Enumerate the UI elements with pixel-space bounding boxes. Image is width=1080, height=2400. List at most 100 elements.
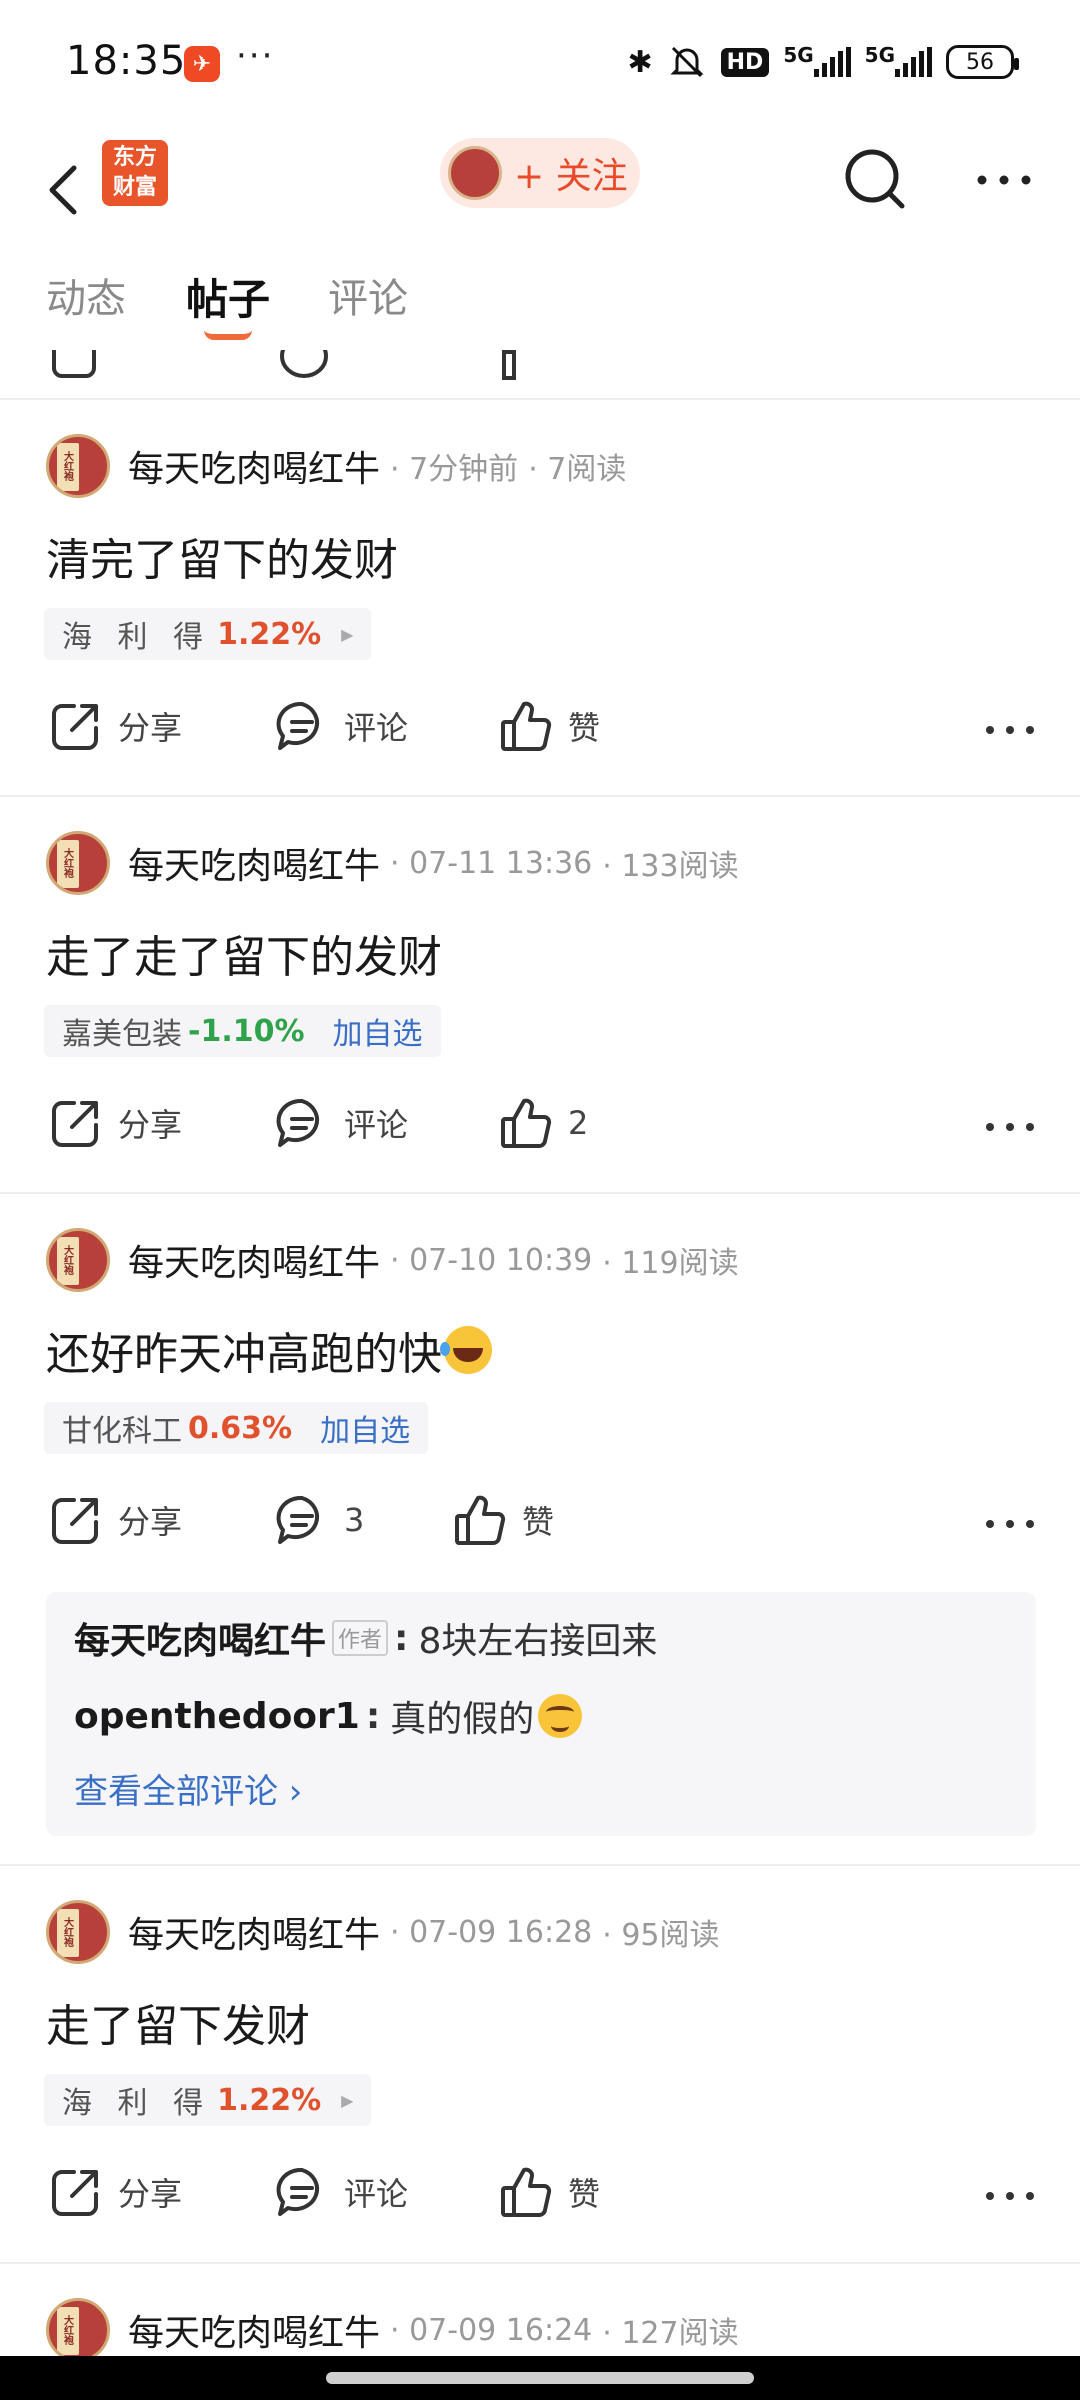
more-horizontal-icon	[986, 2192, 1034, 2200]
avatar	[448, 146, 502, 200]
logo-text-2: 财富	[112, 175, 157, 200]
view-all-comments-link[interactable]: 查看全部评论 ›	[74, 1764, 302, 1813]
active-tab-indicator	[204, 330, 252, 340]
post-author[interactable]: 每天吃肉喝红牛	[128, 1906, 380, 1958]
profile-tabs: 动态 帖子 评论	[0, 250, 1080, 350]
home-gesture-handle[interactable]	[326, 2372, 754, 2384]
status-bar: 18:35 ✈ ··· ✱ HD 5G 5G 56	[0, 0, 1080, 130]
share-label: 分享	[118, 1106, 183, 1144]
tab-comments[interactable]: 评论	[328, 266, 408, 324]
post-content[interactable]: 走了留下发财	[46, 1990, 310, 2054]
comment-label: 评论	[344, 709, 409, 747]
comment-item[interactable]: 每天吃肉喝红牛 作者 : 8块左右接回来	[74, 1612, 657, 1664]
stock-tag[interactable]: 海 利 得 1.22% ▶	[44, 608, 372, 660]
signal-bars-1-icon	[813, 47, 851, 77]
comment-item[interactable]: openthedoor1 : 真的假的	[74, 1690, 583, 1742]
add-watchlist-button[interactable]: 加自选	[320, 1406, 410, 1450]
share-button[interactable]: 分享	[48, 1095, 182, 1151]
post-author[interactable]: 每天吃肉喝红牛	[128, 837, 380, 889]
comment-icon	[276, 701, 320, 750]
comment-button[interactable]: 3	[274, 1492, 364, 1548]
post-content[interactable]: 走了走了留下的发财	[46, 921, 442, 985]
post-author[interactable]: 每天吃肉喝红牛	[128, 1234, 380, 1286]
hd-badge: HD	[720, 47, 770, 77]
thumbs-up-icon	[502, 350, 516, 380]
avatar[interactable]: 大红袍	[46, 2298, 110, 2356]
post-reads: · 127阅读	[602, 2316, 739, 2351]
share-label: 分享	[118, 1503, 183, 1541]
signal-2: 5G	[865, 43, 932, 77]
thumbs-up-icon	[501, 1098, 552, 1148]
share-icon	[52, 1101, 98, 1147]
follow-label: + 关注	[514, 156, 628, 197]
avatar[interactable]: 大红袍	[46, 1900, 110, 1964]
share-button[interactable]: 分享	[48, 1492, 182, 1548]
avatar[interactable]: 大红袍	[46, 1228, 110, 1292]
avatar-text: 大红袍	[61, 1245, 73, 1275]
like-label: 赞	[522, 1503, 555, 1541]
app-logo[interactable]: 东方 财富	[102, 140, 168, 206]
more-horizontal-icon	[977, 175, 1031, 185]
bluetooth-icon: ✱	[627, 44, 653, 80]
thumbs-up-icon	[501, 701, 552, 751]
stock-tag[interactable]: 嘉美包装 -1.10% 加自选	[44, 1005, 441, 1057]
comment-button[interactable]: 评论	[274, 698, 408, 754]
comment-preview-box[interactable]: 每天吃肉喝红牛 作者 : 8块左右接回来 openthedoor1 : 真的假的…	[46, 1592, 1036, 1836]
network-type-2: 5G	[864, 43, 895, 67]
comment-icon	[276, 1098, 320, 1147]
post-more-button[interactable]	[980, 1496, 1040, 1552]
like-button[interactable]: 2	[498, 1095, 588, 1151]
avatar[interactable]: 大红袍	[46, 831, 110, 895]
post-card[interactable]: 大红袍 每天吃肉喝红牛 · 07-11 13:36 · 133阅读 走了走了留下…	[0, 797, 1080, 1193]
share-button[interactable]: 分享	[48, 698, 182, 754]
comment-colon: :	[365, 1695, 381, 1737]
avatar[interactable]: 大红袍	[46, 434, 110, 498]
comment-label: 评论	[344, 1106, 409, 1144]
comment-count: 3	[344, 1501, 365, 1539]
post-card[interactable]: 大红袍 每天吃肉喝红牛 · 07-09 16:24 · 127阅读	[0, 2264, 1080, 2356]
share-icon	[52, 704, 98, 750]
stock-tag[interactable]: 甘化科工 0.63% 加自选	[44, 1402, 429, 1454]
like-button[interactable]: 赞	[498, 2164, 600, 2220]
like-label: 赞	[568, 709, 601, 747]
post-more-button[interactable]	[980, 2168, 1040, 2224]
post-author[interactable]: 每天吃肉喝红牛	[128, 440, 380, 492]
add-watchlist-button[interactable]: 加自选	[333, 1009, 423, 1053]
like-label: 赞	[568, 2175, 601, 2213]
post-card[interactable]: 大红袍 每天吃肉喝红牛 · 07-10 10:39 · 119阅读 还好昨天冲高…	[0, 1194, 1080, 1864]
author-badge: 作者	[332, 1620, 389, 1656]
post-card[interactable]: 大红袍 每天吃肉喝红牛 · 07-09 16:28 · 95阅读 走了留下发财 …	[0, 1866, 1080, 2262]
back-button[interactable]	[40, 150, 100, 230]
blushing-emoji-icon	[538, 1694, 583, 1738]
like-button[interactable]: 赞	[498, 698, 600, 754]
tab-dongtai[interactable]: 动态	[46, 266, 126, 324]
battery-icon: 56	[946, 45, 1019, 79]
post-more-button[interactable]	[980, 1099, 1040, 1155]
post-actions: 分享 3 赞	[0, 1492, 1080, 1556]
comment-button[interactable]: 评论	[274, 2164, 408, 2220]
post-content[interactable]: 还好昨天冲高跑的快	[46, 1318, 492, 1382]
avatar-text: 大红袍	[61, 2315, 73, 2345]
stock-tag[interactable]: 海 利 得 1.22% ▶	[44, 2074, 372, 2126]
post-author[interactable]: 每天吃肉喝红牛	[128, 2304, 380, 2356]
comment-author[interactable]: 每天吃肉喝红牛	[74, 1612, 326, 1664]
post-meta: 大红袍 每天吃肉喝红牛 · 07-09 16:28 · 95阅读	[46, 1900, 720, 1964]
signal-1: 5G	[783, 43, 851, 77]
comment-text: 8块左右接回来	[418, 1621, 658, 1662]
status-indicators: ✱ HD 5G 5G 56	[627, 42, 1019, 82]
more-options-button[interactable]	[970, 144, 1040, 214]
post-reads: · 7阅读	[528, 452, 627, 487]
search-button[interactable]	[840, 144, 910, 214]
post-more-button[interactable]	[980, 702, 1040, 758]
follow-button[interactable]: + 关注	[440, 138, 640, 208]
share-button[interactable]: 分享	[48, 2164, 182, 2220]
post-card[interactable]: 大红袍 每天吃肉喝红牛 · 7分钟前 · 7阅读 清完了留下的发财 海 利 得 …	[0, 400, 1080, 796]
like-button[interactable]: 赞	[452, 1492, 554, 1548]
comment-button[interactable]: 评论	[274, 1095, 408, 1151]
tab-posts[interactable]: 帖子	[186, 266, 270, 327]
thumbs-up-icon	[501, 2167, 552, 2217]
stock-change: 1.22%	[217, 616, 322, 652]
post-content[interactable]: 清完了留下的发财	[46, 524, 398, 588]
comment-author[interactable]: openthedoor1	[74, 1696, 360, 1737]
more-horizontal-icon	[986, 1123, 1034, 1131]
